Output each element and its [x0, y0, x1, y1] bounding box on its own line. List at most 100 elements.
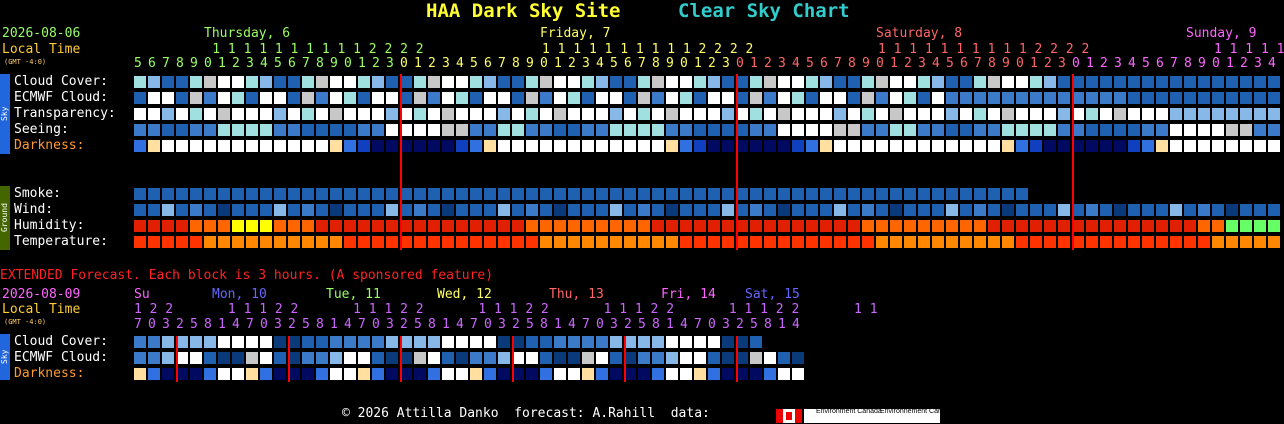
forecast-block[interactable] — [330, 92, 342, 104]
forecast-block[interactable] — [1240, 76, 1252, 88]
forecast-block[interactable] — [540, 76, 552, 88]
forecast-block[interactable] — [792, 92, 804, 104]
forecast-block[interactable] — [666, 204, 678, 216]
forecast-block[interactable] — [526, 204, 538, 216]
forecast-block[interactable] — [1170, 204, 1182, 216]
ext-darkness-label[interactable]: Darkness: — [14, 366, 84, 382]
forecast-block[interactable] — [932, 236, 944, 248]
forecast-block[interactable] — [652, 124, 664, 136]
forecast-block[interactable] — [890, 236, 902, 248]
forecast-block[interactable] — [694, 124, 706, 136]
forecast-block[interactable] — [1114, 140, 1126, 152]
extended-heading[interactable]: EXTENDED Forecast. Each block is 3 hours… — [0, 268, 493, 284]
forecast-block[interactable] — [694, 92, 706, 104]
forecast-block[interactable] — [722, 220, 734, 232]
forecast-block[interactable] — [820, 108, 832, 120]
forecast-block[interactable] — [918, 204, 930, 216]
forecast-block[interactable] — [358, 124, 370, 136]
forecast-block[interactable] — [1142, 76, 1154, 88]
forecast-block[interactable] — [1002, 92, 1014, 104]
forecast-block[interactable] — [960, 188, 972, 200]
forecast-block[interactable] — [330, 108, 342, 120]
forecast-block[interactable] — [456, 204, 468, 216]
forecast-block[interactable] — [274, 204, 286, 216]
forecast-block[interactable] — [1226, 236, 1238, 248]
forecast-block[interactable] — [512, 220, 524, 232]
forecast-block[interactable] — [582, 204, 594, 216]
forecast-block[interactable] — [932, 140, 944, 152]
forecast-block[interactable] — [638, 220, 650, 232]
forecast-block[interactable] — [652, 140, 664, 152]
forecast-block[interactable] — [148, 236, 160, 248]
forecast-block[interactable] — [470, 108, 482, 120]
forecast-block[interactable] — [456, 76, 468, 88]
forecast-block[interactable] — [638, 368, 650, 380]
forecast-block[interactable] — [820, 124, 832, 136]
forecast-block[interactable] — [666, 108, 678, 120]
forecast-block[interactable] — [428, 368, 440, 380]
forecast-block[interactable] — [1002, 124, 1014, 136]
forecast-block[interactable] — [358, 236, 370, 248]
forecast-block[interactable] — [218, 140, 230, 152]
forecast-block[interactable] — [652, 204, 664, 216]
forecast-block[interactable] — [442, 124, 454, 136]
forecast-block[interactable] — [218, 188, 230, 200]
forecast-block[interactable] — [792, 204, 804, 216]
forecast-block[interactable] — [862, 220, 874, 232]
forecast-block[interactable] — [904, 92, 916, 104]
wind-label[interactable]: Wind: — [14, 202, 53, 218]
forecast-block[interactable] — [316, 108, 328, 120]
forecast-block[interactable] — [1226, 204, 1238, 216]
forecast-block[interactable] — [246, 76, 258, 88]
forecast-block[interactable] — [596, 108, 608, 120]
forecast-block[interactable] — [666, 368, 678, 380]
forecast-block[interactable] — [764, 188, 776, 200]
forecast-block[interactable] — [1240, 124, 1252, 136]
forecast-block[interactable] — [428, 76, 440, 88]
forecast-block[interactable] — [204, 188, 216, 200]
forecast-block[interactable] — [344, 108, 356, 120]
forecast-block[interactable] — [498, 236, 510, 248]
forecast-block[interactable] — [876, 108, 888, 120]
forecast-block[interactable] — [134, 188, 146, 200]
forecast-block[interactable] — [554, 204, 566, 216]
forecast-block[interactable] — [960, 108, 972, 120]
forecast-block[interactable] — [778, 336, 790, 348]
forecast-block[interactable] — [960, 220, 972, 232]
forecast-block[interactable] — [708, 220, 720, 232]
forecast-block[interactable] — [190, 76, 202, 88]
forecast-block[interactable] — [1142, 236, 1154, 248]
forecast-block[interactable] — [134, 352, 146, 364]
forecast-block[interactable] — [190, 92, 202, 104]
forecast-block[interactable] — [1114, 220, 1126, 232]
forecast-block[interactable] — [162, 352, 174, 364]
forecast-block[interactable] — [386, 368, 398, 380]
forecast-block[interactable] — [484, 108, 496, 120]
forecast-block[interactable] — [652, 368, 664, 380]
forecast-block[interactable] — [1198, 236, 1210, 248]
forecast-block[interactable] — [540, 140, 552, 152]
forecast-block[interactable] — [1058, 92, 1070, 104]
forecast-block[interactable] — [442, 140, 454, 152]
forecast-block[interactable] — [540, 236, 552, 248]
forecast-block[interactable] — [218, 108, 230, 120]
forecast-block[interactable] — [442, 188, 454, 200]
forecast-block[interactable] — [246, 188, 258, 200]
forecast-block[interactable] — [246, 124, 258, 136]
forecast-block[interactable] — [694, 204, 706, 216]
forecast-block[interactable] — [1044, 236, 1056, 248]
forecast-block[interactable] — [442, 368, 454, 380]
forecast-block[interactable] — [708, 336, 720, 348]
forecast-block[interactable] — [134, 108, 146, 120]
forecast-block[interactable] — [778, 236, 790, 248]
forecast-block[interactable] — [358, 108, 370, 120]
humidity-label[interactable]: Humidity: — [14, 218, 84, 234]
forecast-block[interactable] — [862, 124, 874, 136]
forecast-block[interactable] — [918, 124, 930, 136]
forecast-block[interactable] — [1170, 140, 1182, 152]
forecast-block[interactable] — [666, 220, 678, 232]
forecast-block[interactable] — [498, 140, 510, 152]
forecast-block[interactable] — [260, 220, 272, 232]
forecast-block[interactable] — [750, 336, 762, 348]
forecast-block[interactable] — [694, 76, 706, 88]
